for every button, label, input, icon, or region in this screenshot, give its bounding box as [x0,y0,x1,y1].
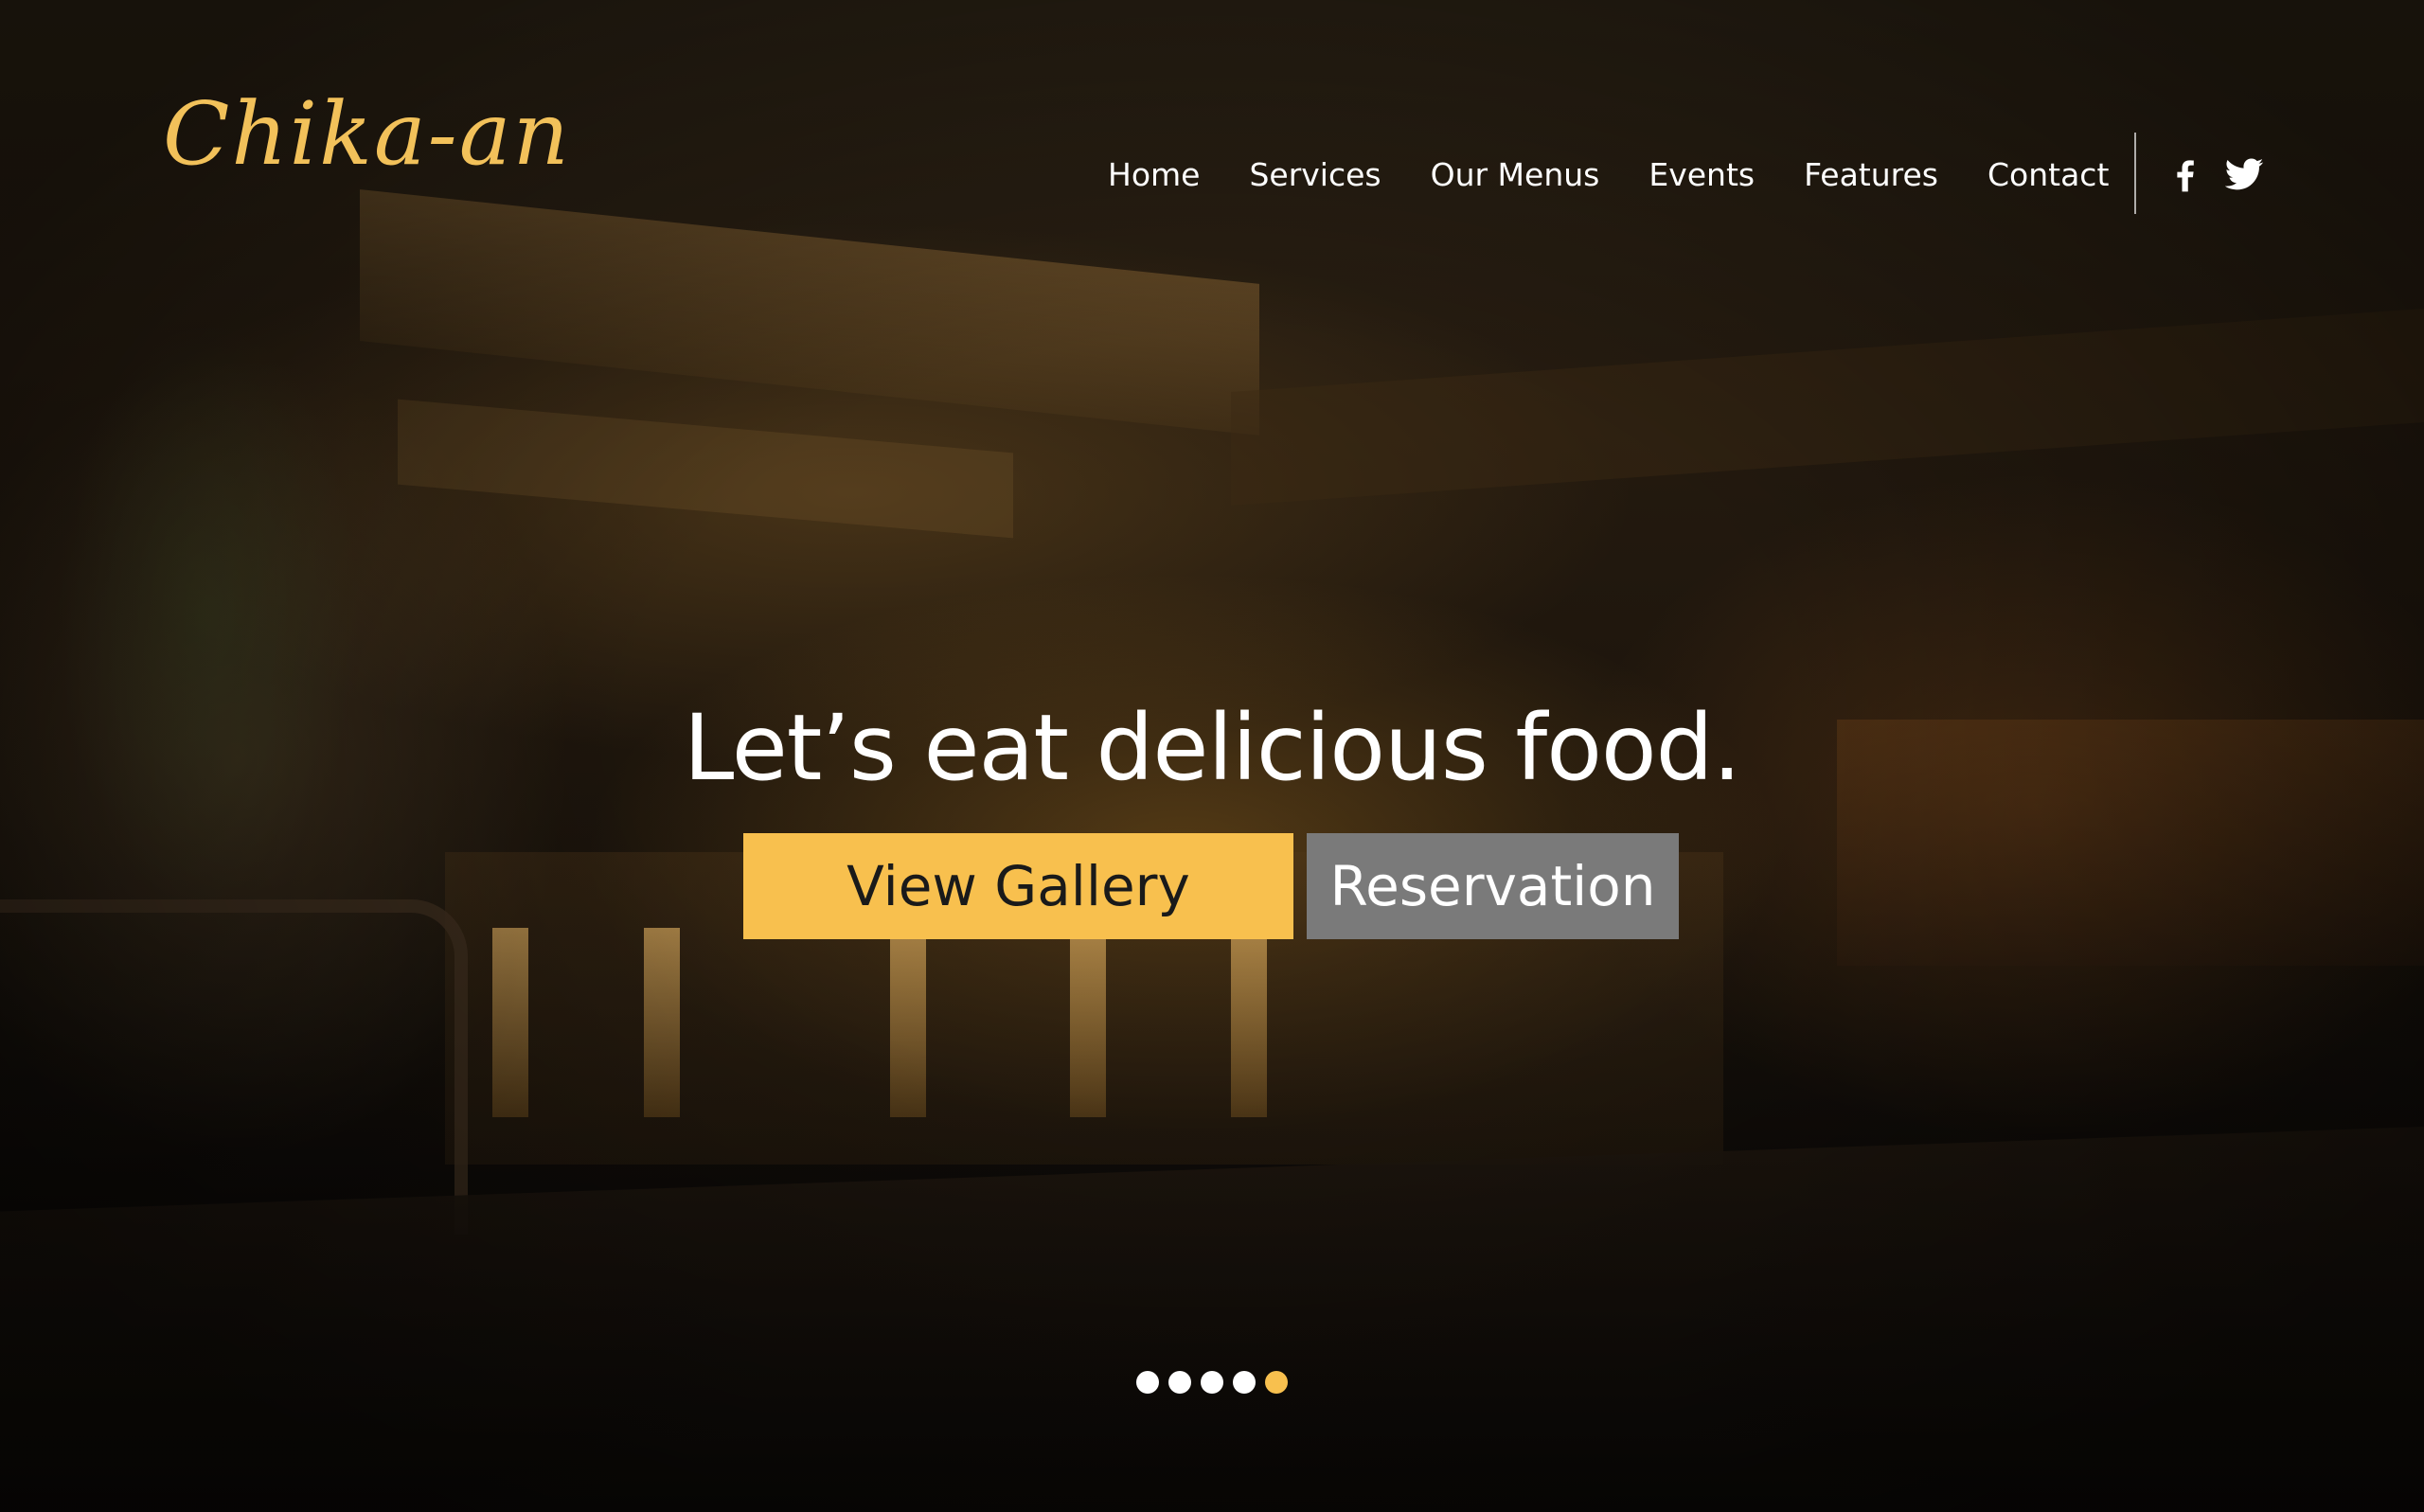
nav-item-features[interactable]: Features [1804,151,1938,199]
background-light-pillar [644,928,680,1117]
background-railing [0,899,468,1235]
nav-item-our-menus[interactable]: Our Menus [1431,151,1600,199]
site-logo[interactable]: Chika-an [163,91,571,178]
background-ceiling-panel [1231,308,2424,507]
nav-item-services[interactable]: Services [1249,151,1381,199]
nav-item-home[interactable]: Home [1108,151,1200,199]
twitter-link[interactable] [2223,153,2265,195]
background-light-pillar [492,928,528,1117]
background-ceiling-panel [398,399,1013,539]
slider-dot-3[interactable] [1201,1371,1223,1394]
hero-section: Chika-an Home Services Our Menus Events … [0,0,2424,1512]
background-ceiling-panel [360,189,1259,436]
nav-item-contact[interactable]: Contact [1987,151,2109,199]
facebook-icon [2177,160,2194,192]
background-light-pillar [1070,928,1106,1117]
view-gallery-button[interactable]: View Gallery [743,833,1293,939]
facebook-link[interactable] [2165,153,2206,195]
background-light-pillar [890,928,926,1117]
reservation-button[interactable]: Reservation [1307,833,1679,939]
nav-divider [2134,133,2136,214]
slider-dot-1[interactable] [1136,1371,1159,1394]
slider-dot-4[interactable] [1233,1371,1256,1394]
background-light-pillar [1231,928,1267,1117]
hero-headline: Let’s eat delicious food. [683,695,1741,801]
nav-item-events[interactable]: Events [1649,151,1755,199]
slider-dot-2[interactable] [1168,1371,1191,1394]
slider-pagination [0,1371,2424,1394]
background-plant [57,322,360,909]
background-table-top [0,1127,2424,1512]
main-nav: Home Services Our Menus Events Features … [1108,151,2109,199]
twitter-icon [2224,158,2264,190]
slider-dot-5-active[interactable] [1265,1371,1288,1394]
